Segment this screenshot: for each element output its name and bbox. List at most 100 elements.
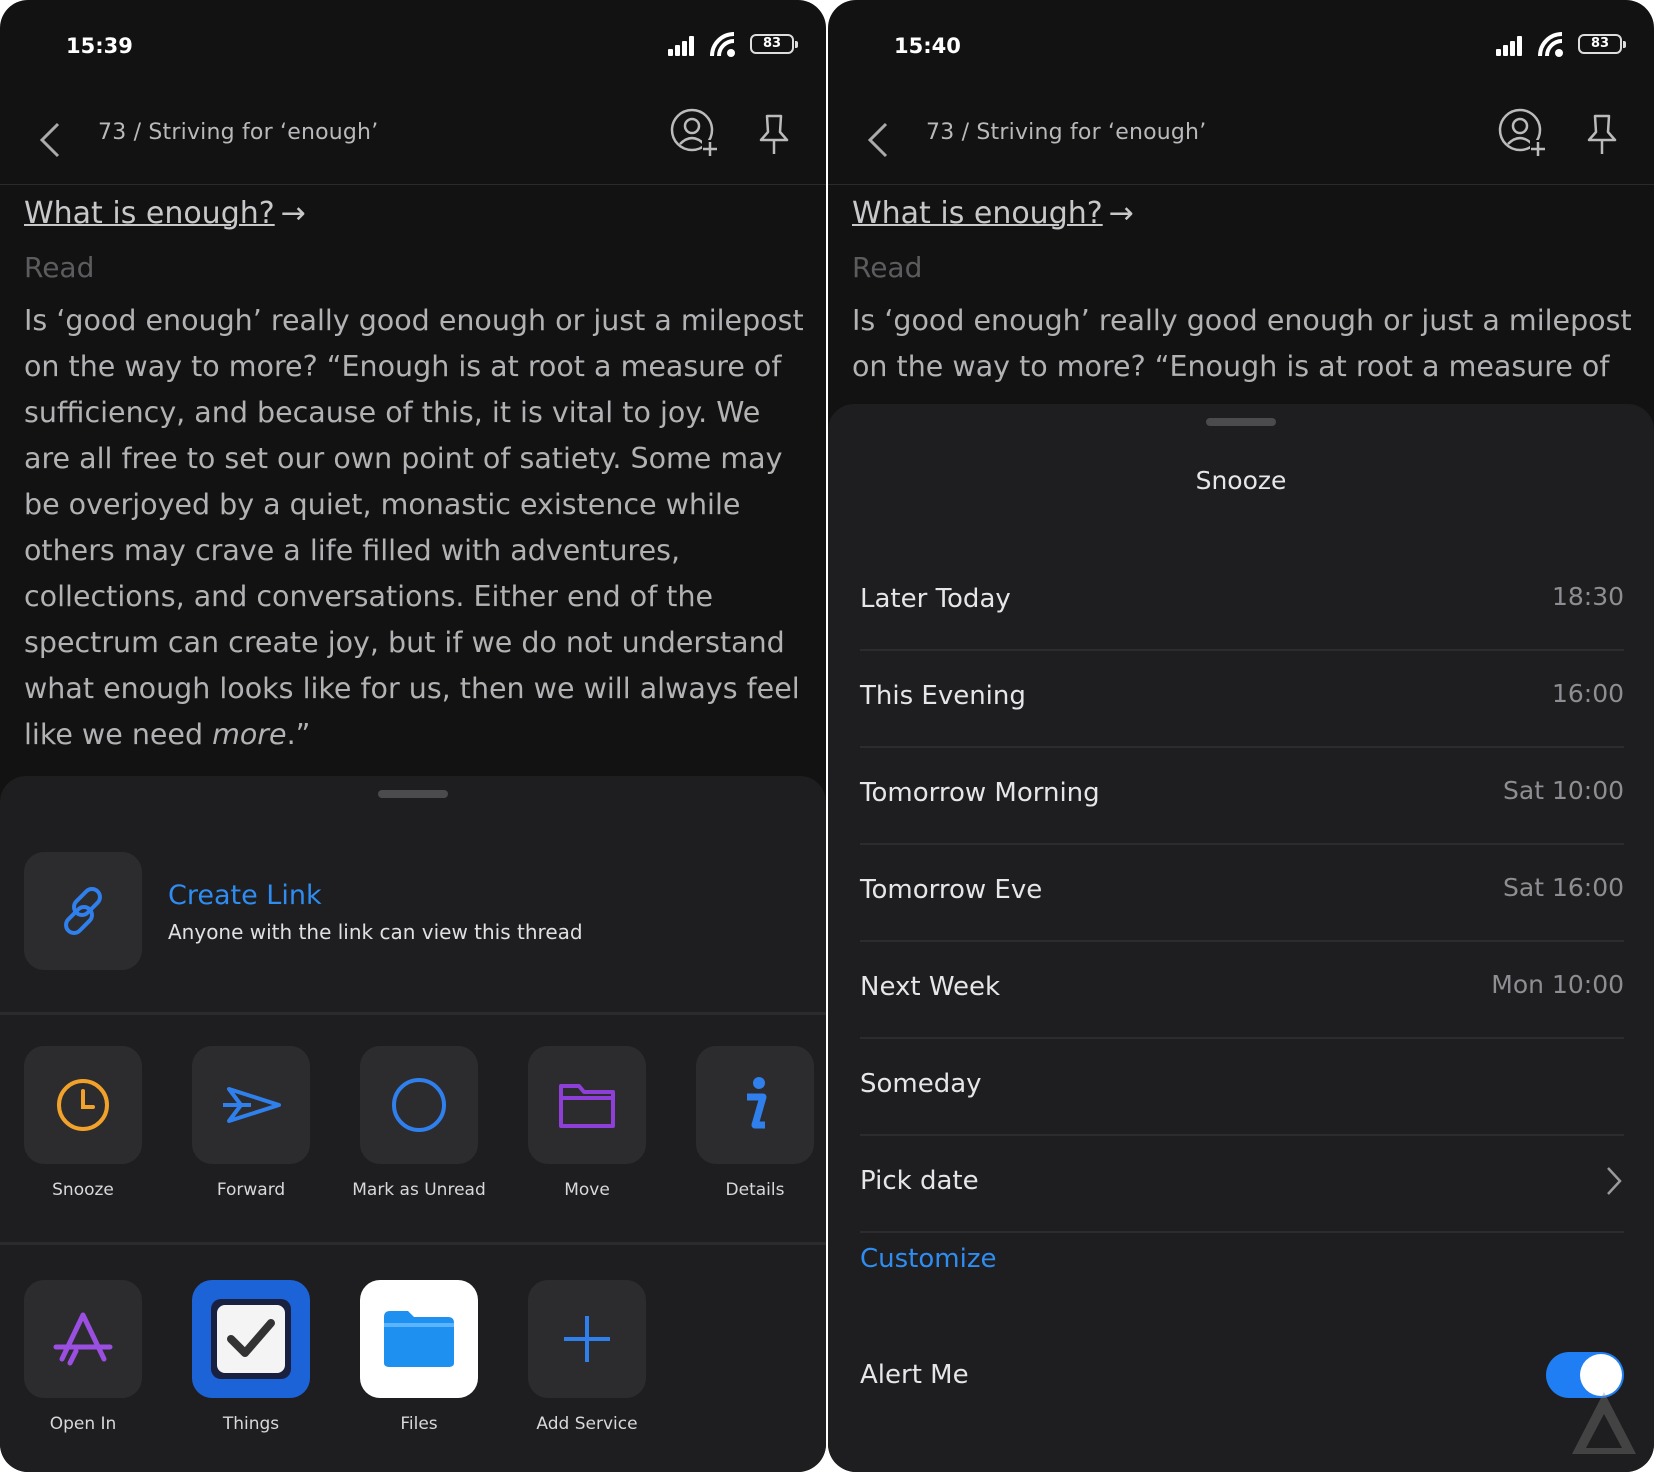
snooze-options: Later Today 18:30 This Evening 16:00 Tom… <box>860 554 1624 1233</box>
create-link-title[interactable]: Create Link <box>168 880 322 911</box>
create-link-description: Anyone with the link can view this threa… <box>168 920 583 944</box>
add-person-icon[interactable] <box>670 108 720 158</box>
forward-label: Forward <box>216 1180 286 1200</box>
article-body: Is ‘good enough’ really good enough or j… <box>24 298 806 758</box>
add-person-icon[interactable] <box>1498 108 1548 158</box>
breadcrumb: 73 / Striving for ‘enough’ <box>926 120 1207 145</box>
divider <box>0 1242 826 1245</box>
signal-icon <box>668 34 698 56</box>
read-tag: Read <box>24 251 95 284</box>
option-name: Later Today <box>860 584 1011 614</box>
article-body: Is ‘good enough’ really good enough or j… <box>852 304 1632 383</box>
open-in-tile[interactable] <box>24 1280 142 1398</box>
snooze-option-next-week[interactable]: Next Week Mon 10:00 <box>860 942 1624 1039</box>
forward-icon <box>223 1087 281 1123</box>
open-in-label: Open In <box>49 1414 117 1434</box>
move-tile[interactable] <box>528 1046 646 1164</box>
status-bar: 15:40 83 <box>828 0 1654 100</box>
files-button[interactable]: Files <box>360 1280 478 1434</box>
customize-link[interactable]: Customize <box>860 1244 996 1274</box>
phone-screen-left: 15:39 83 73 / Striving for ‘enough’ What… <box>0 0 826 1472</box>
files-tile[interactable] <box>360 1280 478 1398</box>
create-link-button[interactable] <box>24 852 142 970</box>
things-icon <box>211 1299 291 1379</box>
mark-unread-label: Mark as Unread <box>352 1180 486 1200</box>
watermark-logo <box>1572 1392 1636 1454</box>
wifi-icon <box>1538 32 1563 57</box>
wifi-icon <box>710 32 735 57</box>
option-name: Someday <box>860 1069 982 1099</box>
status-bar: 15:39 83 <box>0 0 826 100</box>
add-service-label: Add Service <box>536 1414 638 1434</box>
article-link[interactable]: What is enough? <box>852 196 1103 231</box>
article-link[interactable]: What is enough? <box>24 196 275 231</box>
signal-icon <box>1496 34 1526 56</box>
sheet-handle[interactable] <box>378 790 448 798</box>
phone-screen-right: 15:40 83 73 / Striving for ‘enough’ What… <box>828 0 1654 1472</box>
option-time: Sat 16:00 <box>1503 873 1624 902</box>
things-tile[interactable] <box>192 1280 310 1398</box>
link-icon <box>64 887 102 935</box>
clock-icon <box>57 1079 109 1131</box>
sheet-title: Snooze <box>1195 466 1287 495</box>
battery-indicator: 83 <box>750 34 798 54</box>
files-label: Files <box>400 1414 438 1434</box>
option-name: Pick date <box>860 1166 979 1196</box>
option-time: Mon 10:00 <box>1491 970 1624 999</box>
details-tile[interactable] <box>696 1046 814 1164</box>
read-tag: Read <box>852 251 923 284</box>
move-button[interactable]: Move <box>528 1046 646 1200</box>
app-store-icon <box>53 1312 113 1366</box>
snooze-option-later-today[interactable]: Later Today 18:30 <box>860 554 1624 651</box>
battery-indicator: 83 <box>1578 34 1626 54</box>
snooze-button[interactable]: Snooze <box>24 1046 142 1200</box>
article-content: What is enough? → Read Is ‘good enough’ r… <box>24 196 806 758</box>
snooze-tile[interactable] <box>24 1046 142 1164</box>
forward-button[interactable]: Forward <box>192 1046 310 1200</box>
mark-unread-tile[interactable] <box>360 1046 478 1164</box>
action-sheet: Create Link Anyone with the link can vie… <box>0 776 826 1472</box>
details-button[interactable]: Details <box>696 1046 814 1200</box>
circle-icon <box>392 1078 446 1132</box>
open-in-button[interactable]: Open In <box>24 1280 142 1434</box>
things-label: Things <box>222 1414 280 1434</box>
option-time: 16:00 <box>1551 679 1624 708</box>
divider <box>0 1012 826 1015</box>
option-name: Next Week <box>860 972 1001 1002</box>
forward-tile[interactable] <box>192 1046 310 1164</box>
status-time: 15:39 <box>66 34 133 58</box>
option-time: Sat 10:00 <box>1503 776 1624 805</box>
move-label: Move <box>564 1180 610 1200</box>
pin-icon[interactable] <box>756 112 792 156</box>
pin-icon[interactable] <box>1584 112 1620 156</box>
snooze-option-tomorrow-eve[interactable]: Tomorrow Eve Sat 16:00 <box>860 845 1624 942</box>
chevron-right-icon <box>1607 1167 1622 1195</box>
snooze-option-pick-date[interactable]: Pick date <box>860 1136 1624 1233</box>
info-icon <box>747 1077 767 1129</box>
add-service-button[interactable]: Add Service <box>528 1280 646 1434</box>
files-icon <box>384 1311 454 1367</box>
arrow-right-icon: → <box>1108 196 1134 231</box>
snooze-sheet: Snooze Later Today 18:30 This Evening 16… <box>828 404 1654 1472</box>
status-time: 15:40 <box>894 34 961 58</box>
back-icon[interactable] <box>864 118 892 162</box>
arrow-right-icon: → <box>280 196 306 231</box>
breadcrumb: 73 / Striving for ‘enough’ <box>98 120 379 145</box>
things-button[interactable]: Things <box>192 1280 310 1434</box>
sheet-handle[interactable] <box>1206 418 1276 426</box>
article-content: What is enough? → Read Is ‘good enough’ r… <box>852 196 1634 390</box>
option-name: This Evening <box>860 681 1026 711</box>
mark-unread-button[interactable]: Mark as Unread <box>352 1046 486 1200</box>
article-body-end: .” <box>286 718 311 751</box>
snooze-option-someday[interactable]: Someday <box>860 1039 1624 1136</box>
snooze-label: Snooze <box>52 1180 114 1200</box>
details-label: Details <box>725 1180 785 1200</box>
article-body-text: Is ‘good enough’ really good enough or j… <box>24 304 804 751</box>
thread-header: 73 / Striving for ‘enough’ <box>0 100 826 185</box>
alert-me-label: Alert Me <box>860 1360 969 1390</box>
snooze-option-this-evening[interactable]: This Evening 16:00 <box>860 651 1624 748</box>
snooze-option-tomorrow-morning[interactable]: Tomorrow Morning Sat 10:00 <box>860 748 1624 845</box>
add-service-tile[interactable] <box>528 1280 646 1398</box>
back-icon[interactable] <box>36 118 64 162</box>
option-name: Tomorrow Eve <box>860 875 1043 905</box>
